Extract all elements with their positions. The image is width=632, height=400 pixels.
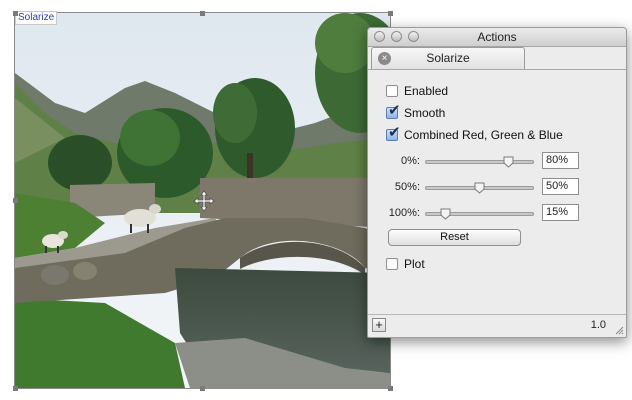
resize-handle-bottom[interactable] <box>200 386 205 391</box>
slider-knob-0[interactable] <box>503 156 514 168</box>
tab-label: Solarize <box>426 51 470 65</box>
smooth-checkbox[interactable]: ✔ <box>386 102 401 119</box>
resize-handle-left[interactable] <box>13 198 18 203</box>
version-label: 1.0 <box>590 319 606 331</box>
slider-value-0[interactable]: 80% <box>542 152 579 169</box>
slider-row-0: 0%: 80% <box>368 152 626 172</box>
slider-row-2: 100%: 15% <box>368 204 626 224</box>
slider-label-0: 0%: <box>401 155 420 167</box>
tab-solarize[interactable]: × Solarize <box>371 47 525 69</box>
plot-checkbox[interactable] <box>386 258 398 270</box>
action-settings: Enabled ✔ Smooth ✔ Combined Red, Green &… <box>368 70 626 337</box>
tab-bar: × Solarize <box>368 47 626 70</box>
enabled-label: Enabled <box>404 84 449 98</box>
resize-handle-bottom-right[interactable] <box>388 386 393 391</box>
slider-2[interactable] <box>425 208 534 220</box>
checkmark-icon: ✔ <box>388 124 401 141</box>
resize-handle-top[interactable] <box>200 11 205 16</box>
actions-window: Actions × Solarize Enabled ✔ Smooth ✔ Co… <box>367 27 627 338</box>
resize-handle-top-right[interactable] <box>388 11 393 16</box>
canvas-title: Solarize <box>15 11 58 25</box>
slider-0[interactable] <box>425 156 534 168</box>
move-cursor-icon <box>193 190 215 212</box>
add-button[interactable]: + <box>372 318 386 332</box>
slider-knob-2[interactable] <box>440 208 451 220</box>
enabled-checkbox[interactable] <box>386 85 398 97</box>
combined-rgb-label: Combined Red, Green & Blue <box>404 128 563 142</box>
window-titlebar[interactable]: Actions <box>368 28 626 47</box>
slider-knob-1[interactable] <box>474 182 485 194</box>
slider-value-2[interactable]: 15% <box>542 204 579 221</box>
combined-rgb-checkbox[interactable]: ✔ <box>386 124 401 141</box>
window-title: Actions <box>477 30 517 44</box>
resize-grip-icon[interactable] <box>614 325 624 335</box>
checkmark-icon: ✔ <box>388 102 401 119</box>
reset-button[interactable]: Reset <box>388 229 521 246</box>
window-footer: + 1.0 <box>368 314 626 337</box>
slider-row-1: 50%: 50% <box>368 178 626 198</box>
smooth-label: Smooth <box>404 106 446 120</box>
slider-label-1: 50%: <box>394 181 420 193</box>
slider-value-1[interactable]: 50% <box>542 178 579 195</box>
resize-handle-top-left[interactable] <box>13 11 18 16</box>
slider-1[interactable] <box>425 182 534 194</box>
slider-label-2: 100%: <box>388 207 420 219</box>
resize-handle-bottom-left[interactable] <box>13 386 18 391</box>
plot-label: Plot <box>404 257 425 271</box>
